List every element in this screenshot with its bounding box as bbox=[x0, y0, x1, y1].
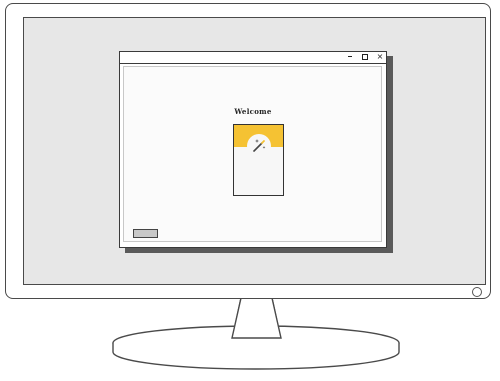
maximize-icon bbox=[362, 53, 368, 60]
minimize-button[interactable] bbox=[344, 52, 356, 63]
footer-button[interactable] bbox=[133, 229, 158, 238]
close-button[interactable]: × bbox=[374, 52, 386, 63]
maximize-button[interactable] bbox=[359, 52, 371, 63]
close-icon: × bbox=[376, 52, 384, 61]
magic-wand-icon bbox=[253, 139, 266, 152]
welcome-title: Welcome bbox=[234, 107, 272, 116]
window-title-bar[interactable]: × bbox=[120, 52, 386, 64]
minimize-icon bbox=[348, 56, 352, 57]
power-button[interactable] bbox=[472, 287, 482, 297]
welcome-card[interactable] bbox=[233, 124, 284, 196]
computer-illustration: × Welcome bbox=[0, 0, 500, 381]
